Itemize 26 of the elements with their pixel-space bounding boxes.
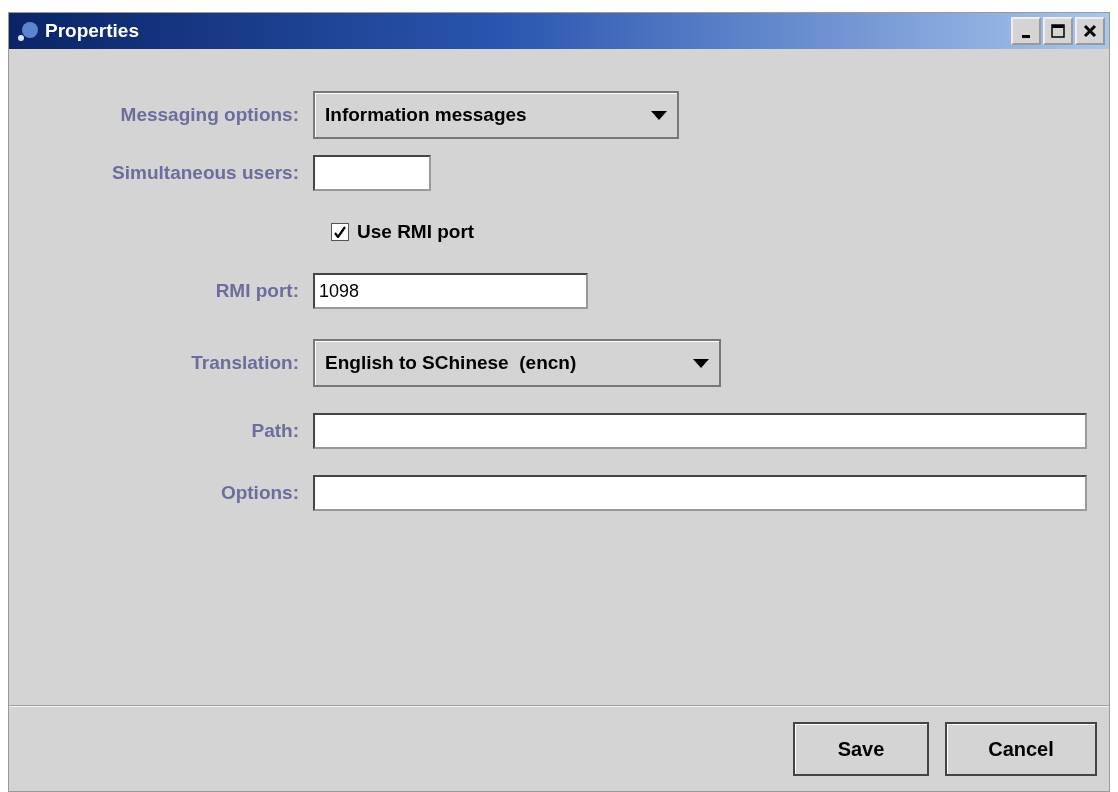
maximize-icon bbox=[1051, 24, 1065, 38]
minimize-icon bbox=[1022, 34, 1030, 38]
input-field[interactable] bbox=[313, 475, 1087, 511]
close-icon bbox=[1083, 24, 1097, 38]
dropdown[interactable]: English to SChinese (encn) bbox=[313, 339, 721, 387]
field-label: RMI port: bbox=[214, 280, 300, 302]
input-field[interactable]: 1098 bbox=[313, 273, 588, 309]
input-field[interactable] bbox=[313, 413, 1087, 449]
field-label: Simultaneous users: bbox=[111, 162, 300, 184]
app-icon bbox=[17, 20, 39, 42]
checkbox-label: Use RMI port bbox=[357, 221, 475, 243]
save-button[interactable]: Save bbox=[793, 722, 929, 776]
field-label: Translation: bbox=[190, 352, 300, 374]
dropdown[interactable]: Information messages bbox=[313, 91, 679, 139]
minimize-button[interactable] bbox=[1011, 17, 1041, 45]
caret-icon bbox=[651, 110, 667, 120]
window-title: Properties bbox=[45, 20, 140, 42]
cancel-button[interactable]: Cancel bbox=[945, 722, 1097, 776]
checkbox[interactable] bbox=[331, 223, 349, 241]
field-label: Path: bbox=[250, 420, 300, 442]
close-button[interactable] bbox=[1075, 17, 1105, 45]
maximize-button[interactable] bbox=[1043, 17, 1073, 45]
input-field[interactable] bbox=[313, 155, 431, 191]
caret-icon bbox=[693, 358, 709, 368]
field-label: Options: bbox=[219, 482, 300, 504]
field-label: Messaging options: bbox=[119, 104, 300, 126]
